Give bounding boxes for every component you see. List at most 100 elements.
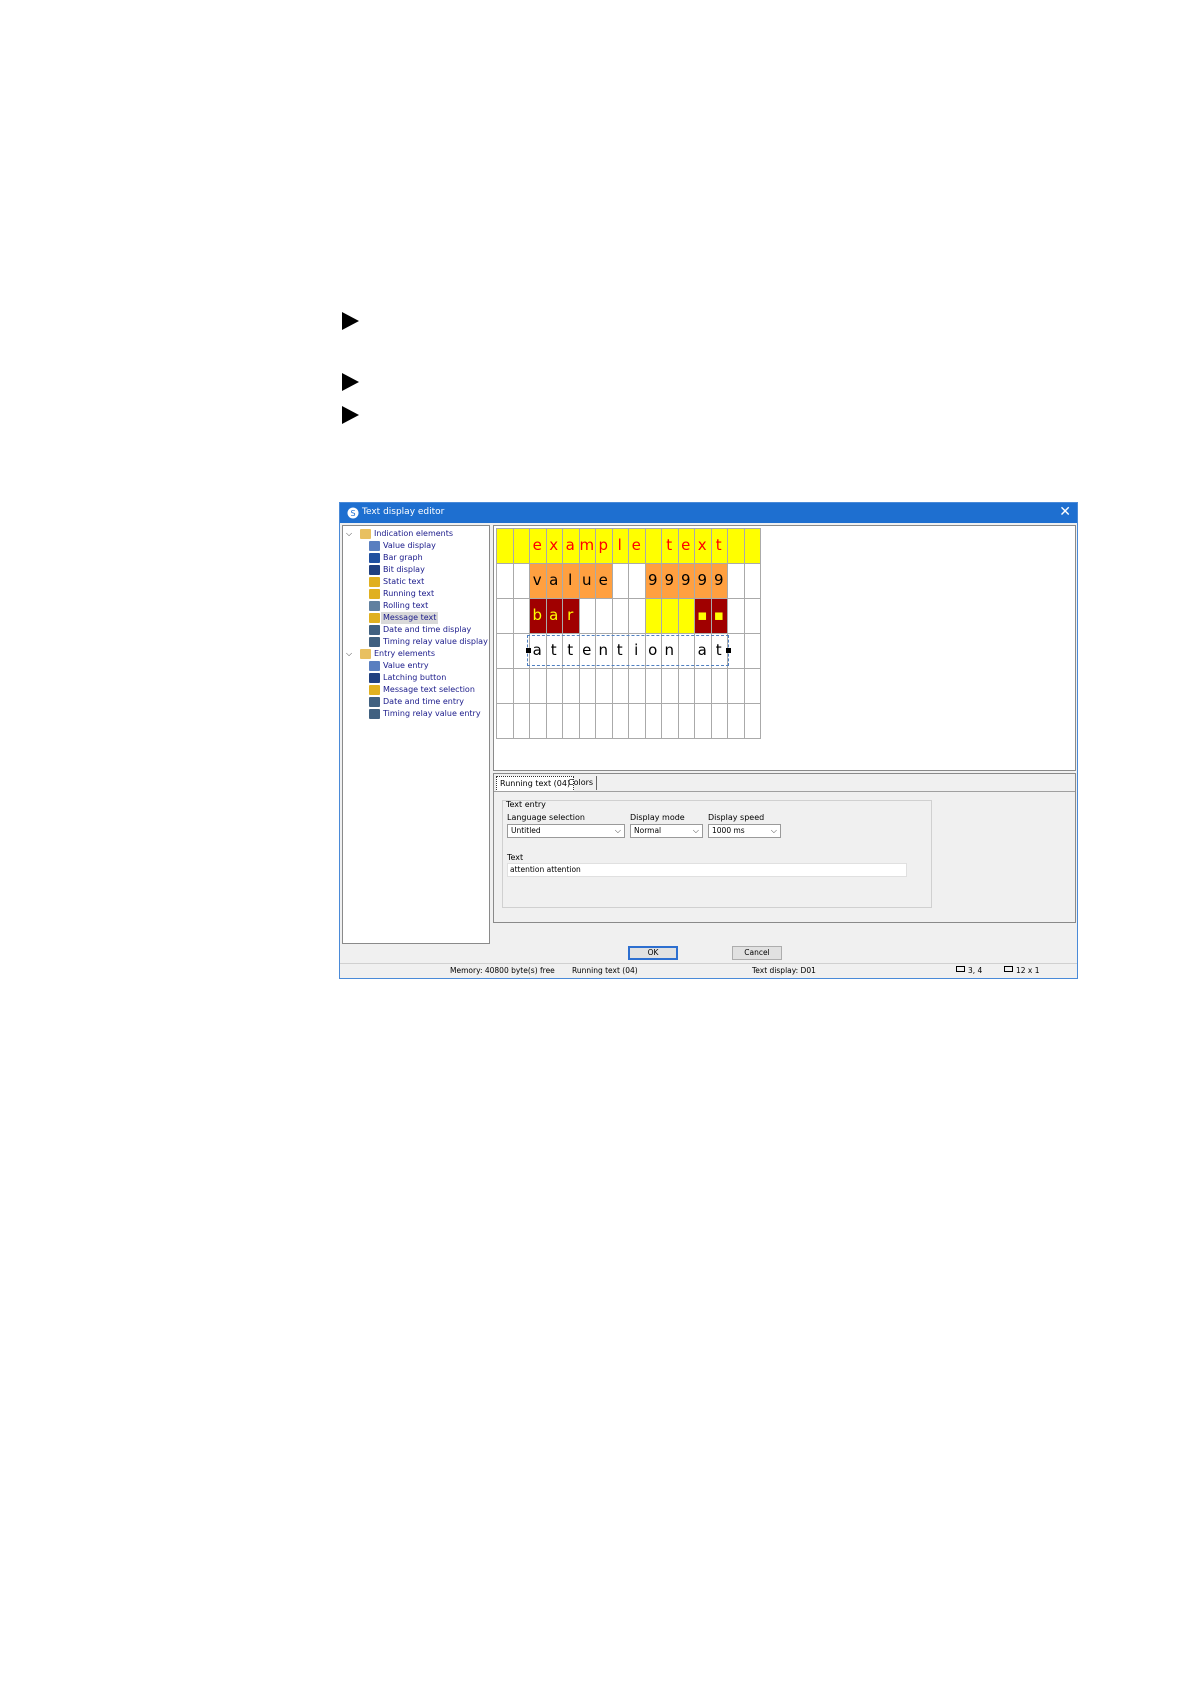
bullet-arrow-icon [342,406,359,424]
close-icon[interactable]: ✕ [1059,504,1071,520]
cancel-button[interactable]: Cancel [732,946,782,960]
grid-cell [727,598,745,634]
chevron-down-icon: ⌵ [692,826,699,835]
grid-cell [545,703,563,739]
display-char: b [532,606,543,624]
display-char: e [681,536,691,554]
grid-cell [512,668,530,704]
resize-handle[interactable] [726,648,731,653]
title-bar: S Text display editor ✕ [340,503,1077,523]
display-mode-dropdown[interactable]: Normal ⌵ [630,824,703,838]
tree-item-label: Value entry [383,661,429,670]
chevron-down-icon[interactable]: ⌵ [346,528,355,540]
display-char: e [631,536,641,554]
display-char: l [617,536,622,554]
grid-cell [710,668,728,704]
status-bar: Memory: 40800 byte(s) free Running text … [340,963,1077,978]
grid-cell [611,668,629,704]
tab-running-text[interactable]: Running text (04) [496,776,575,792]
tab-colors[interactable]: Colors [565,776,598,790]
display-mode-label: Display mode [630,813,685,822]
tab-divider [494,791,1075,792]
tree-item-label: Value display [383,541,436,550]
display-char: e [598,571,608,589]
tree-item-label: Running text [383,589,435,598]
element-icon [369,601,380,611]
grid-cell [694,703,712,739]
display-char: t [666,536,673,554]
display-char: 9 [713,571,724,589]
grid-cell [611,703,629,739]
grid-cell [710,703,728,739]
memory-status: Memory: 40800 byte(s) free [450,966,555,975]
bit-mark: ▪ [697,606,708,624]
display-grid: example t e x t v a l u e 9 9 9 9 9 b a r ▪ ▪ a t t e n t i o n at [496,528,776,752]
position-status: 3, 4 [968,966,983,975]
display-char: a [565,536,575,554]
grid-cell [677,668,695,704]
display-char: 9 [680,571,691,589]
display-char: x [549,536,559,554]
grid-cell [661,598,679,634]
grid-cell [727,528,745,564]
language-selection-value: Untitled [511,826,541,835]
folder-icon [360,529,371,539]
tree-item-label: Message text selection [383,685,475,694]
element-status: Running text (04) [572,966,638,975]
chevron-down-icon: ⌵ [770,826,777,835]
grid-cell [677,703,695,739]
tree-item-label: Static text [383,577,425,586]
ok-button[interactable]: OK [628,946,678,960]
grid-cell [529,703,547,739]
display-status: Text display: D01 [752,966,816,975]
window-title: Text display editor [362,507,445,517]
display-speed-dropdown[interactable]: 1000 ms ⌵ [708,824,781,838]
element-tree: ⌵ Indication elements Value display Bar gra… [342,525,490,944]
tree-item-label: Timing relay value entry [383,709,481,718]
display-canvas: example t e x t v a l u e 9 9 9 9 9 b a r ▪ ▪ a t t e n t i o n at [493,525,1076,771]
grid-cell [743,598,761,634]
running-text-selection[interactable] [527,635,729,666]
element-icon [369,625,380,635]
grid-cell [496,563,514,599]
group-title: Text entry [506,800,546,809]
display-char: m [579,536,595,554]
resize-handle[interactable] [526,648,531,653]
grid-cell [644,703,662,739]
tree-group-label: Indication elements [374,529,454,538]
size-icon [1004,966,1013,972]
text-input[interactable]: attention attention [507,863,907,877]
tree-item-label: Message text [381,612,439,624]
tree-item-label: Bar graph [383,553,423,562]
grid-cell [578,668,596,704]
language-selection-dropdown[interactable]: Untitled ⌵ [507,824,625,838]
grid-cell [512,528,530,564]
grid-cell [661,668,679,704]
bullet-arrow-icon [342,312,359,330]
grid-cell [496,528,514,564]
grid-cell [743,633,761,669]
folder-icon [360,649,371,659]
display-char: t [715,536,722,554]
tree-item-label: Bit display [383,565,425,574]
tree-item-label: Latching button [383,673,447,682]
element-icon [369,685,380,695]
bit-mark: ▪ [713,606,724,624]
display-mode-value: Normal [634,826,662,835]
display-char: a [549,571,559,589]
grid-cell [545,668,563,704]
grid-cell [595,668,613,704]
app-icon: S [347,507,359,519]
display-char: a [549,606,559,624]
tree-group-label: Entry elements [374,649,435,658]
tree-item-label: Date and time entry [383,697,465,706]
display-char: 9 [664,571,675,589]
grid-cell [512,598,530,634]
display-char: 9 [647,571,658,589]
display-char: u [581,571,592,589]
text-entry-group: Text entry Language selection Untitled ⌵… [502,800,932,908]
chevron-down-icon[interactable]: ⌵ [346,648,355,660]
grid-cell [562,668,580,704]
grid-cell [611,598,629,634]
display-speed-label: Display speed [708,813,765,822]
